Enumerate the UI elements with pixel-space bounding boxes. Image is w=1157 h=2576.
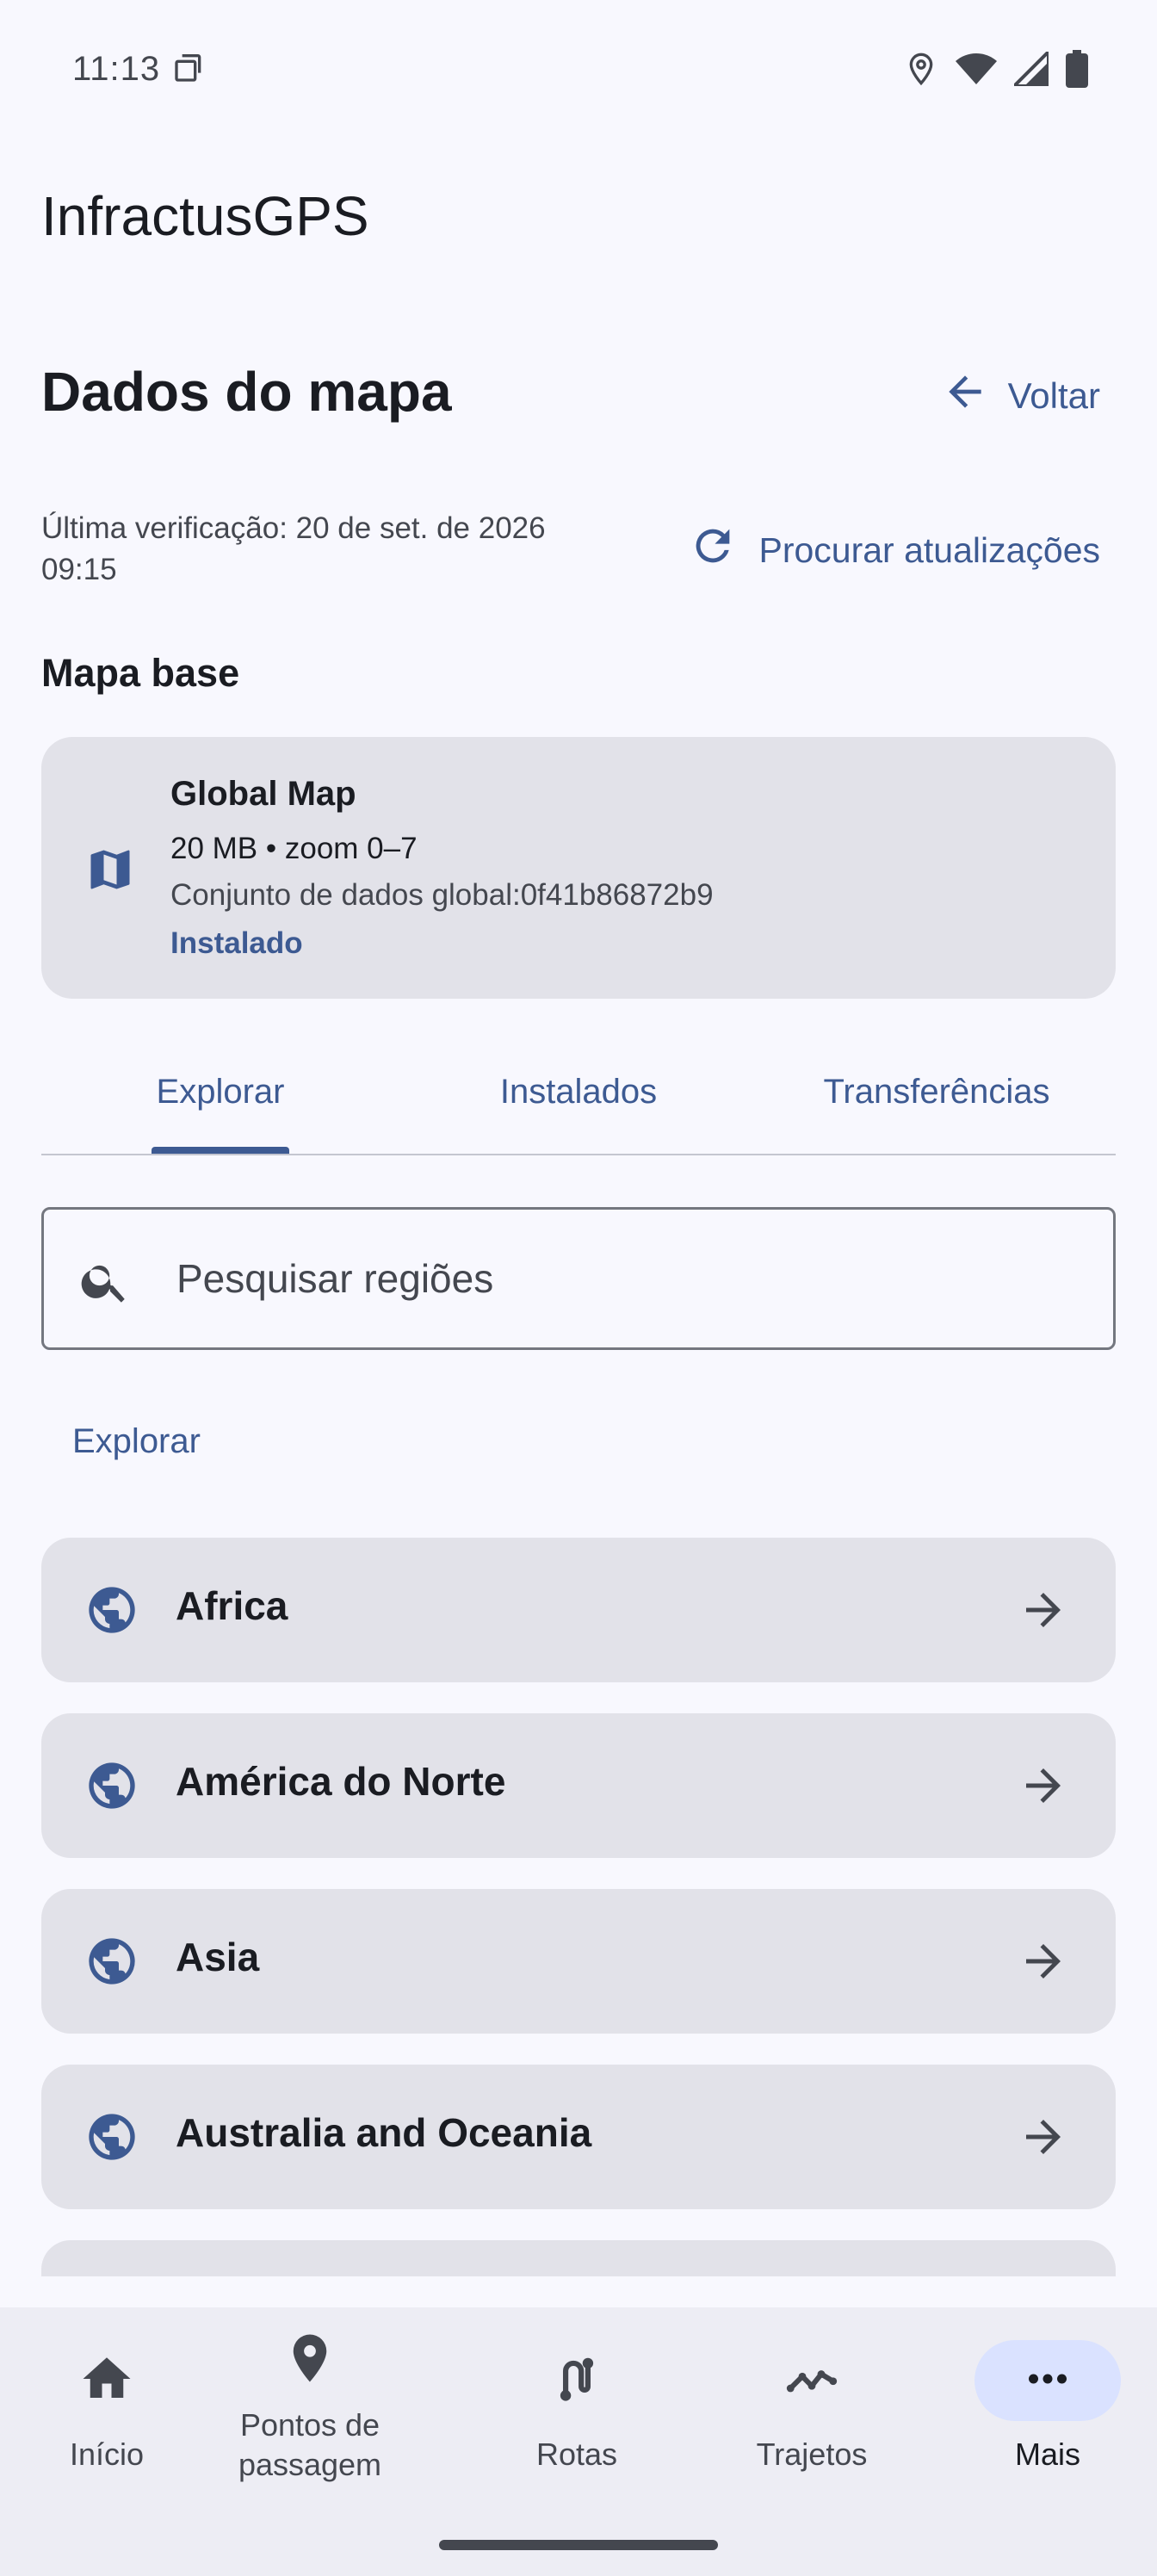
wifi-icon [956,52,997,86]
route-icon [550,2352,603,2410]
back-button-label: Voltar [1007,375,1100,416]
check-updates-button[interactable]: Procurar atualizações [688,520,1100,580]
app-title: InfractusGPS [41,185,369,247]
search-icon [78,1254,132,1312]
region-item-asia[interactable]: Asia [41,1889,1116,2034]
status-time: 11:13 [72,49,161,88]
search-input[interactable] [176,1244,1072,1313]
nav-tracks[interactable]: Trajetos [696,2307,927,2497]
last-check-text: Última verificação: 20 de set. de 2026 0… [41,511,546,586]
region-name: Asia [176,1935,260,1979]
tab-indicator [152,1147,289,1154]
tab-installed[interactable]: Instalados [399,1049,758,1135]
region-item-partial[interactable] [41,2240,1116,2276]
arrow-forward-icon [1018,1760,1069,1816]
nav-waypoints[interactable]: Pontos de passagem [195,2307,425,2497]
nav-icon-container [974,2340,1121,2421]
base-map-card[interactable]: Global Map 20 MB • zoom 0–7 Conjunto de … [41,737,1116,999]
arrow-forward-icon [1018,1584,1069,1640]
status-right [904,50,1088,88]
search-field[interactable] [41,1207,1116,1350]
back-button[interactable]: Voltar [941,362,1100,430]
nav-icon-container [237,2319,383,2400]
map-data-screen: 11:13 InfractusGPS Dados do mapa Voltar … [0,0,1157,2576]
region-name: Australia and Oceania [176,2110,592,2155]
region-tabs: Explorar Instalados Transferências [41,1049,1116,1155]
screenshot-icon [172,50,207,89]
track-icon [783,2350,840,2412]
explore-heading: Explorar [72,1422,201,1460]
region-name: América do Norte [176,1759,506,1804]
base-map-status: Instalado [170,926,303,960]
arrow-forward-icon [1018,2111,1069,2167]
nav-routes[interactable]: Rotas [461,2307,692,2497]
nav-label: Início [69,2437,145,2472]
check-updates-label: Procurar atualizações [758,529,1100,570]
status-left: 11:13 [72,50,207,89]
signal-icon [1014,52,1049,86]
bottom-navigation: Início Pontos de passagem Rotas Trajetos… [0,2307,1157,2576]
arrow-back-icon [941,368,989,424]
arrow-forward-icon [1018,1935,1069,1991]
region-item-north-america[interactable]: América do Norte [41,1713,1116,1858]
region-item-africa[interactable]: Africa [41,1538,1116,1682]
tabs-divider [41,1154,1116,1155]
base-map-meta: 20 MB • zoom 0–7 [170,832,418,865]
home-indicator[interactable] [439,2540,718,2550]
nav-home[interactable]: Início [0,2307,222,2497]
nav-icon-container [739,2340,885,2421]
region-list: Africa América do Norte Asia Australia a… [41,1538,1116,2276]
globe-icon [84,1934,139,1993]
map-icon [84,844,136,900]
location-pin-icon [282,2330,338,2391]
nav-more[interactable]: Mais [932,2307,1157,2497]
base-map-name: Global Map [170,775,356,813]
globe-icon [84,1582,139,1642]
nav-label: Trajetos [756,2437,868,2472]
refresh-icon [688,521,738,579]
nav-label: Rotas [535,2437,618,2472]
nav-label: Mais [1014,2437,1080,2472]
battery-icon [1066,50,1088,88]
globe-icon [84,2109,139,2169]
base-map-dataset: Conjunto de dados global:0f41b86872b9 [170,878,714,912]
base-map-section-title: Mapa base [41,651,240,695]
nav-icon-container [34,2340,180,2421]
home-icon [78,2350,135,2412]
more-icon [1019,2350,1076,2412]
nav-label: Pontos de passagem [238,2407,382,2482]
page-title: Dados do mapa [41,361,452,423]
nav-icon-container [504,2340,650,2421]
tab-transfers[interactable]: Transferências [758,1049,1116,1135]
location-icon [904,52,938,86]
globe-icon [84,1758,139,1817]
tab-explore[interactable]: Explorar [41,1049,399,1135]
region-name: Africa [176,1583,288,1628]
region-item-australia-oceania[interactable]: Australia and Oceania [41,2065,1116,2209]
status-bar: 11:13 [0,0,1157,138]
